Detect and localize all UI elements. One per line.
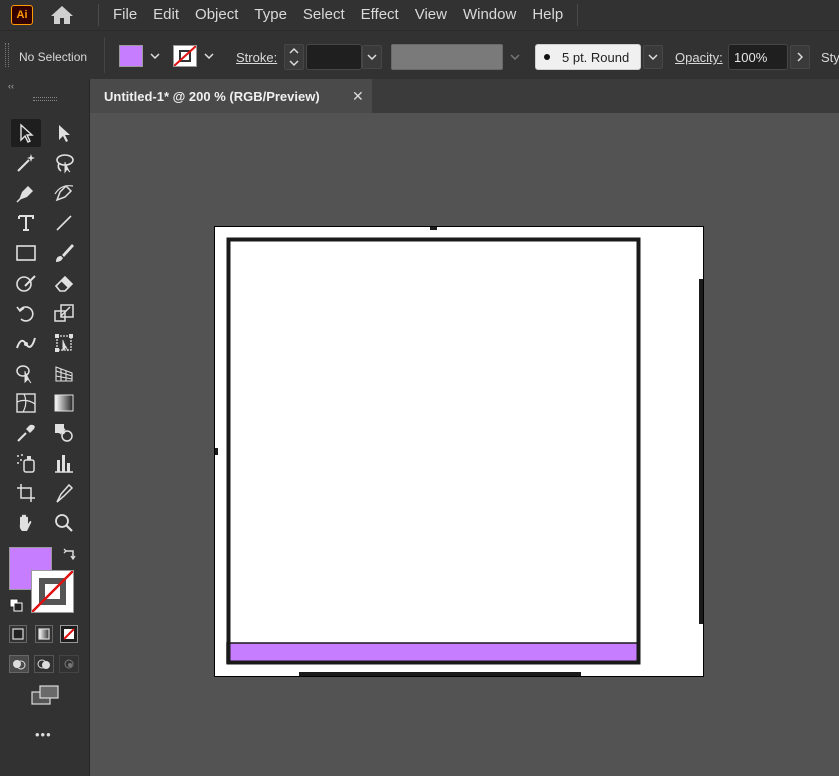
edit-toolbar-icon[interactable]: •••	[35, 727, 52, 742]
opacity-arrow[interactable]	[790, 45, 810, 69]
direct-selection-tool-icon[interactable]	[49, 119, 79, 147]
symbol-sprayer-tool-icon[interactable]	[11, 449, 41, 477]
menu-window[interactable]: Window	[455, 0, 524, 30]
curvature-tool-icon[interactable]	[49, 179, 79, 207]
illustrator-logo: Ai	[11, 5, 33, 25]
tools-panel: ‹‹ •••	[0, 79, 90, 776]
color-mode-icon[interactable]	[9, 625, 27, 643]
selection-status: No Selection	[19, 50, 88, 64]
rotate-tool-icon[interactable]	[11, 299, 41, 327]
draw-behind-icon[interactable]	[34, 655, 54, 673]
top-handle	[430, 227, 437, 230]
shape-builder-tool-icon[interactable]	[11, 359, 41, 387]
free-transform-tool-icon[interactable]	[49, 329, 79, 357]
pen-tool-icon[interactable]	[11, 179, 41, 207]
zoom-tool-icon[interactable]	[49, 509, 79, 537]
document-tab-title: Untitled-1* @ 200 % (RGB/Preview)	[104, 88, 320, 104]
opacity-input[interactable]: 100%	[728, 44, 788, 70]
left-handle	[215, 448, 218, 455]
menu-type[interactable]: Type	[246, 0, 295, 30]
hand-tool-icon[interactable]	[11, 509, 41, 537]
document-tab-bar: Untitled-1* @ 200 % (RGB/Preview) ✕	[90, 79, 839, 113]
scale-tool-icon[interactable]	[49, 299, 79, 327]
stroke-weight-input[interactable]	[306, 44, 362, 70]
eyedropper-tool-icon[interactable]	[11, 419, 41, 447]
screen-mode-icon[interactable]	[30, 684, 60, 711]
blend-tool-icon[interactable]	[49, 419, 79, 447]
swap-fill-stroke-icon[interactable]	[63, 547, 77, 566]
stroke-weight-dropdown[interactable]	[362, 45, 382, 69]
stroke-color-box[interactable]	[31, 570, 74, 613]
draw-normal-icon[interactable]	[9, 655, 29, 673]
fill-swatch[interactable]	[119, 45, 143, 67]
gradient-mode-icon[interactable]	[35, 625, 53, 643]
fill-dropdown[interactable]	[145, 44, 165, 68]
column-graph-tool-icon[interactable]	[49, 449, 79, 477]
document-tab[interactable]: Untitled-1* @ 200 % (RGB/Preview) ✕	[90, 79, 372, 113]
menu-divider	[577, 4, 579, 26]
home-icon[interactable]	[49, 4, 75, 26]
brush-definition[interactable]: 5 pt. Round	[535, 44, 641, 70]
menu-help[interactable]: Help	[524, 0, 571, 30]
right-stroke	[699, 279, 703, 624]
stroke-label[interactable]: Stroke:	[236, 50, 277, 65]
control-bar: No Selection Stroke: 5 pt. Round Opacity…	[0, 30, 839, 79]
canvas-area[interactable]	[90, 113, 839, 776]
default-fill-stroke-icon[interactable]	[9, 598, 23, 617]
width-tool-icon[interactable]	[11, 329, 41, 357]
eraser-tool-icon[interactable]	[49, 269, 79, 297]
style-label[interactable]: Sty	[821, 50, 839, 65]
menu-select[interactable]: Select	[295, 0, 353, 30]
bottom-stroke	[299, 672, 581, 676]
brush-dot-icon	[544, 54, 550, 60]
mesh-tool-icon[interactable]	[11, 389, 41, 417]
menu-effect[interactable]: Effect	[353, 0, 407, 30]
type-tool-icon[interactable]	[11, 209, 41, 237]
divider	[104, 37, 105, 73]
lasso-tool-icon[interactable]	[49, 149, 79, 177]
stroke-swatch[interactable]	[173, 45, 197, 67]
square-frame	[226, 237, 641, 665]
control-bar-grip[interactable]	[5, 43, 9, 67]
rectangle-tool-icon[interactable]	[11, 239, 41, 267]
opacity-label[interactable]: Opacity:	[675, 50, 723, 65]
collapse-panel-icon[interactable]: ‹‹	[8, 81, 14, 91]
magic-wand-tool-icon[interactable]	[11, 149, 41, 177]
artboard[interactable]	[214, 226, 704, 677]
tools-panel-grip[interactable]	[33, 97, 57, 101]
stroke-dropdown[interactable]	[199, 44, 219, 68]
brush-dropdown[interactable]	[643, 45, 663, 69]
menu-object[interactable]: Object	[187, 0, 246, 30]
menu-view[interactable]: View	[407, 0, 455, 30]
stroke-weight-stepper[interactable]	[284, 44, 304, 70]
menu-divider	[98, 4, 99, 26]
none-mode-icon[interactable]	[60, 625, 78, 643]
profile-dropdown[interactable]	[505, 45, 525, 69]
artboard-tool-icon[interactable]	[11, 479, 41, 507]
draw-inside-icon[interactable]	[59, 655, 79, 673]
selection-tool-icon[interactable]	[11, 119, 41, 147]
line-segment-tool-icon[interactable]	[49, 209, 79, 237]
variable-width-profile[interactable]	[391, 44, 503, 70]
menu-edit[interactable]: Edit	[145, 0, 187, 30]
menu-file[interactable]: File	[105, 0, 145, 30]
shaper-tool-icon[interactable]	[11, 269, 41, 297]
purple-bar	[226, 642, 640, 664]
perspective-grid-tool-icon[interactable]	[49, 359, 79, 387]
slice-tool-icon[interactable]	[49, 479, 79, 507]
close-icon[interactable]: ✕	[352, 88, 364, 105]
paintbrush-tool-icon[interactable]	[49, 239, 79, 267]
gradient-tool-icon[interactable]	[49, 389, 79, 417]
menu-bar: Ai File Edit Object Type Select Effect V…	[0, 0, 839, 30]
artwork	[215, 227, 703, 676]
brush-label: 5 pt. Round	[562, 49, 630, 65]
